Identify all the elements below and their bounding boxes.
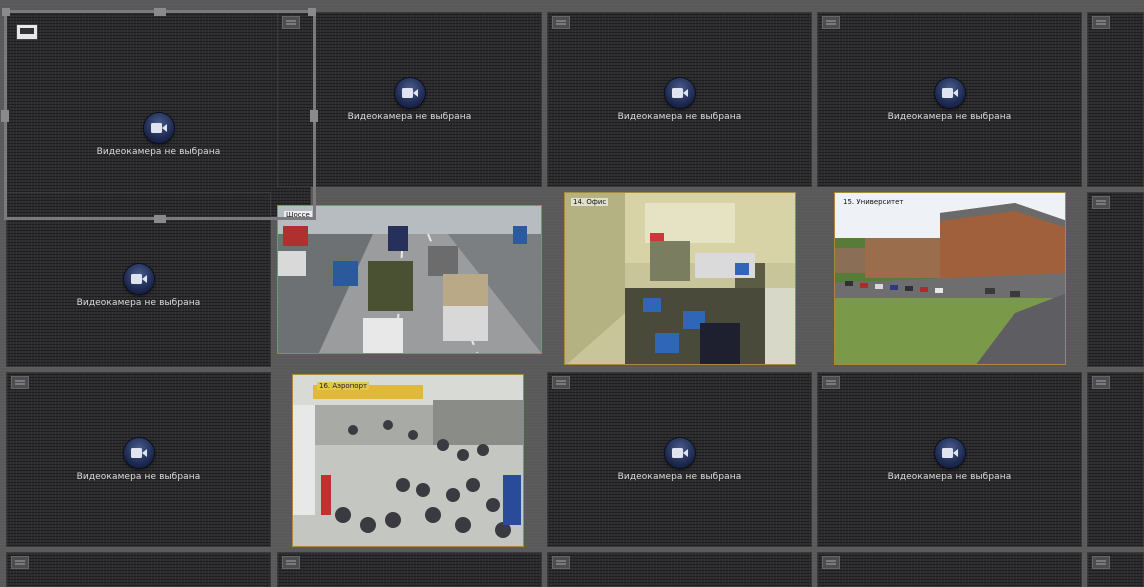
tile-camera-icon (282, 556, 300, 569)
video-tile-highway[interactable]: Шоссе (277, 205, 542, 354)
resize-handle-top[interactable] (154, 8, 166, 16)
camera-icon (130, 447, 147, 458)
selected-tile-frame[interactable] (4, 10, 316, 220)
video-tile-empty[interactable] (6, 552, 271, 587)
video-tile-empty[interactable]: Видеокамера не выбрана (277, 12, 542, 187)
empty-tile-label: Видеокамера не выбрана (887, 111, 1012, 122)
video-tile-empty[interactable] (277, 552, 542, 587)
tile-camera-icon (1092, 16, 1110, 29)
camera-name-label: 16. Аэропорт (317, 382, 370, 390)
video-tile-empty[interactable] (1087, 192, 1144, 367)
empty-tile-label: Видеокамера не выбрана (76, 471, 201, 482)
resize-handle-bottom[interactable] (154, 215, 166, 223)
tile-camera-icon (1092, 196, 1110, 209)
empty-tile-label: Видеокамера не выбрана (887, 471, 1012, 482)
camera-icon (941, 447, 958, 458)
empty-placeholder: Видеокамера не выбрана (7, 437, 270, 482)
empty-placeholder: Видеокамера не выбрана (818, 77, 1081, 122)
resize-handle-top-left[interactable] (2, 8, 10, 16)
camera-icon (941, 87, 958, 98)
video-tile-office[interactable]: 14. Офис (564, 192, 796, 365)
tile-camera-icon (822, 556, 840, 569)
camera-icon (671, 87, 688, 98)
select-camera-button[interactable] (934, 77, 965, 108)
empty-tile-label: Видеокамера не выбрана (617, 111, 742, 122)
video-tile-empty[interactable]: Видеокамера не выбрана (547, 372, 812, 547)
select-camera-button[interactable] (394, 77, 425, 108)
tile-camera-icon (552, 376, 570, 389)
video-tile-empty[interactable]: Видеокамера не выбрана (547, 12, 812, 187)
video-tile-empty[interactable] (1087, 552, 1144, 587)
camera-name-label: 15. Университет (843, 198, 904, 206)
resize-handle-right[interactable] (310, 110, 318, 122)
tile-camera-icon (1092, 376, 1110, 389)
tile-camera-icon (11, 376, 29, 389)
video-tile-airport[interactable]: 16. Аэропорт (292, 374, 524, 547)
video-frame-highway (278, 206, 541, 353)
video-tile-empty[interactable]: Видеокамера не выбрана (817, 12, 1082, 187)
video-frame-office (565, 193, 795, 364)
select-camera-button[interactable] (664, 77, 695, 108)
video-tile-empty[interactable] (817, 552, 1082, 587)
video-frame-university (835, 193, 1065, 364)
tile-camera-icon (552, 16, 570, 29)
tile-camera-icon (822, 16, 840, 29)
camera-icon (401, 87, 418, 98)
select-camera-button[interactable] (123, 264, 154, 295)
tile-camera-icon (822, 376, 840, 389)
select-camera-button[interactable] (934, 437, 965, 468)
resize-handle-left[interactable] (1, 110, 9, 122)
video-tile-empty[interactable]: Видеокамера не выбрана (6, 372, 271, 547)
video-tile-empty[interactable] (547, 552, 812, 587)
video-tile-empty[interactable] (1087, 372, 1144, 547)
resize-handle-top-right[interactable] (308, 8, 316, 16)
tile-camera-icon (552, 556, 570, 569)
empty-tile-label: Видеокамера не выбрана (617, 471, 742, 482)
video-tile-empty[interactable]: Видеокамера не выбрана (817, 372, 1082, 547)
tile-camera-icon (1092, 556, 1110, 569)
camera-icon (671, 447, 688, 458)
video-frame-airport (293, 375, 523, 546)
empty-placeholder: Видеокамера не выбрана (818, 437, 1081, 482)
camera-name-label: 14. Офис (571, 198, 609, 206)
select-camera-button[interactable] (123, 437, 154, 468)
tile-camera-icon (16, 24, 38, 40)
video-tile-empty[interactable] (1087, 12, 1144, 187)
empty-placeholder: Видеокамера не выбрана (7, 264, 270, 308)
empty-placeholder: Видеокамера не выбрана (548, 77, 811, 122)
camera-icon (130, 274, 147, 285)
select-camera-button[interactable] (664, 437, 695, 468)
empty-tile-label: Видеокамера не выбрана (76, 298, 201, 309)
empty-placeholder: Видеокамера не выбрана (548, 437, 811, 482)
video-tile-university[interactable]: 15. Университет (834, 192, 1066, 365)
video-wall: Видеокамера не выбрана Видеокамера не вы… (0, 0, 1144, 587)
tile-camera-icon (11, 556, 29, 569)
